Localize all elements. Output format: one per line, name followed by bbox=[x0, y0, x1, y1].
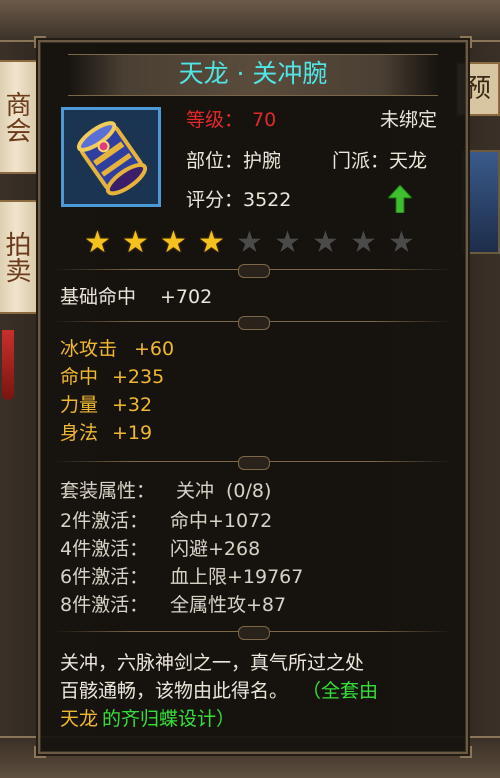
star-filled-icon: ★ bbox=[84, 225, 111, 260]
description-set-note: （全套由 bbox=[302, 680, 379, 702]
section-divider bbox=[54, 264, 452, 278]
star-empty-icon: ★ bbox=[274, 225, 301, 260]
stat-label: 冰攻击 bbox=[60, 338, 118, 360]
star-empty-icon: ★ bbox=[236, 225, 263, 260]
section-divider bbox=[54, 316, 452, 330]
slot-label: 部位：护腕 bbox=[186, 150, 282, 172]
green-up-arrow-icon bbox=[388, 185, 412, 213]
lantern-sign-auction[interactable]: 拍卖 bbox=[0, 200, 40, 314]
bracer-icon bbox=[64, 110, 158, 204]
item-icon-frame bbox=[61, 107, 161, 207]
star-filled-icon: ★ bbox=[122, 225, 149, 260]
item-name: 天龙 · 关冲腕 bbox=[178, 59, 328, 88]
description-designer: 的齐归蝶设计） bbox=[102, 708, 236, 730]
panel-corner bbox=[34, 36, 46, 48]
lantern-sign-shop[interactable]: 商会 bbox=[0, 60, 40, 174]
star-filled-icon: ★ bbox=[160, 225, 187, 260]
section-divider bbox=[54, 626, 452, 640]
stat-value: +60 bbox=[134, 338, 175, 360]
base-stat-label: 基础命中 bbox=[60, 286, 137, 308]
set-bonus-label: 4件激活： bbox=[60, 538, 149, 560]
section-divider bbox=[54, 456, 452, 470]
description-sect: 天龙 bbox=[60, 708, 99, 730]
lantern-tassel bbox=[2, 330, 14, 400]
background-top-frame bbox=[0, 0, 500, 42]
level-value: 70 bbox=[252, 109, 277, 131]
stat-value: +32 bbox=[112, 394, 153, 416]
level-label: 等级： bbox=[186, 109, 244, 131]
set-bonus-value: 全属性攻+87 bbox=[170, 594, 287, 616]
set-bonus-label: 2件激活： bbox=[60, 510, 149, 532]
set-name: 关冲 bbox=[176, 480, 215, 502]
stat-value: +235 bbox=[112, 366, 165, 388]
star-empty-icon: ★ bbox=[312, 225, 339, 260]
item-tooltip-panel: 天龙 · 关冲腕 等级： 70 未绑定 部位：护腕 门派：天龙 评分：3522 … bbox=[34, 36, 472, 758]
set-count: (0/8) bbox=[226, 480, 272, 502]
bind-status: 未绑定 bbox=[380, 109, 438, 131]
star-empty-icon: ★ bbox=[350, 225, 377, 260]
set-bonus-value: 闪避+268 bbox=[170, 538, 261, 560]
set-bonus-value: 命中+1072 bbox=[170, 510, 273, 532]
sect-label: 门派：天龙 bbox=[332, 150, 428, 172]
set-bonus-label: 8件激活： bbox=[60, 594, 149, 616]
star-filled-icon: ★ bbox=[198, 225, 225, 260]
stat-label: 身法 bbox=[60, 422, 99, 444]
stat-value: +19 bbox=[112, 422, 153, 444]
stat-label: 命中 bbox=[60, 366, 99, 388]
stat-label: 力量 bbox=[60, 394, 99, 416]
set-bonus-label: 6件激活： bbox=[60, 566, 149, 588]
description-line: 百骸通畅，该物由此得名。 bbox=[60, 680, 289, 702]
score-label: 评分：3522 bbox=[186, 189, 292, 211]
panel-corner bbox=[460, 746, 472, 758]
set-header-label: 套装属性： bbox=[60, 480, 156, 502]
panel-corner bbox=[460, 36, 472, 48]
star-empty-icon: ★ bbox=[388, 225, 415, 260]
panel-corner bbox=[34, 746, 46, 758]
description-line: 关冲，六脉神剑之一，真气所过之处 bbox=[60, 652, 365, 674]
base-stat-value: +702 bbox=[160, 286, 213, 308]
set-bonus-value: 血上限+19767 bbox=[170, 566, 304, 588]
